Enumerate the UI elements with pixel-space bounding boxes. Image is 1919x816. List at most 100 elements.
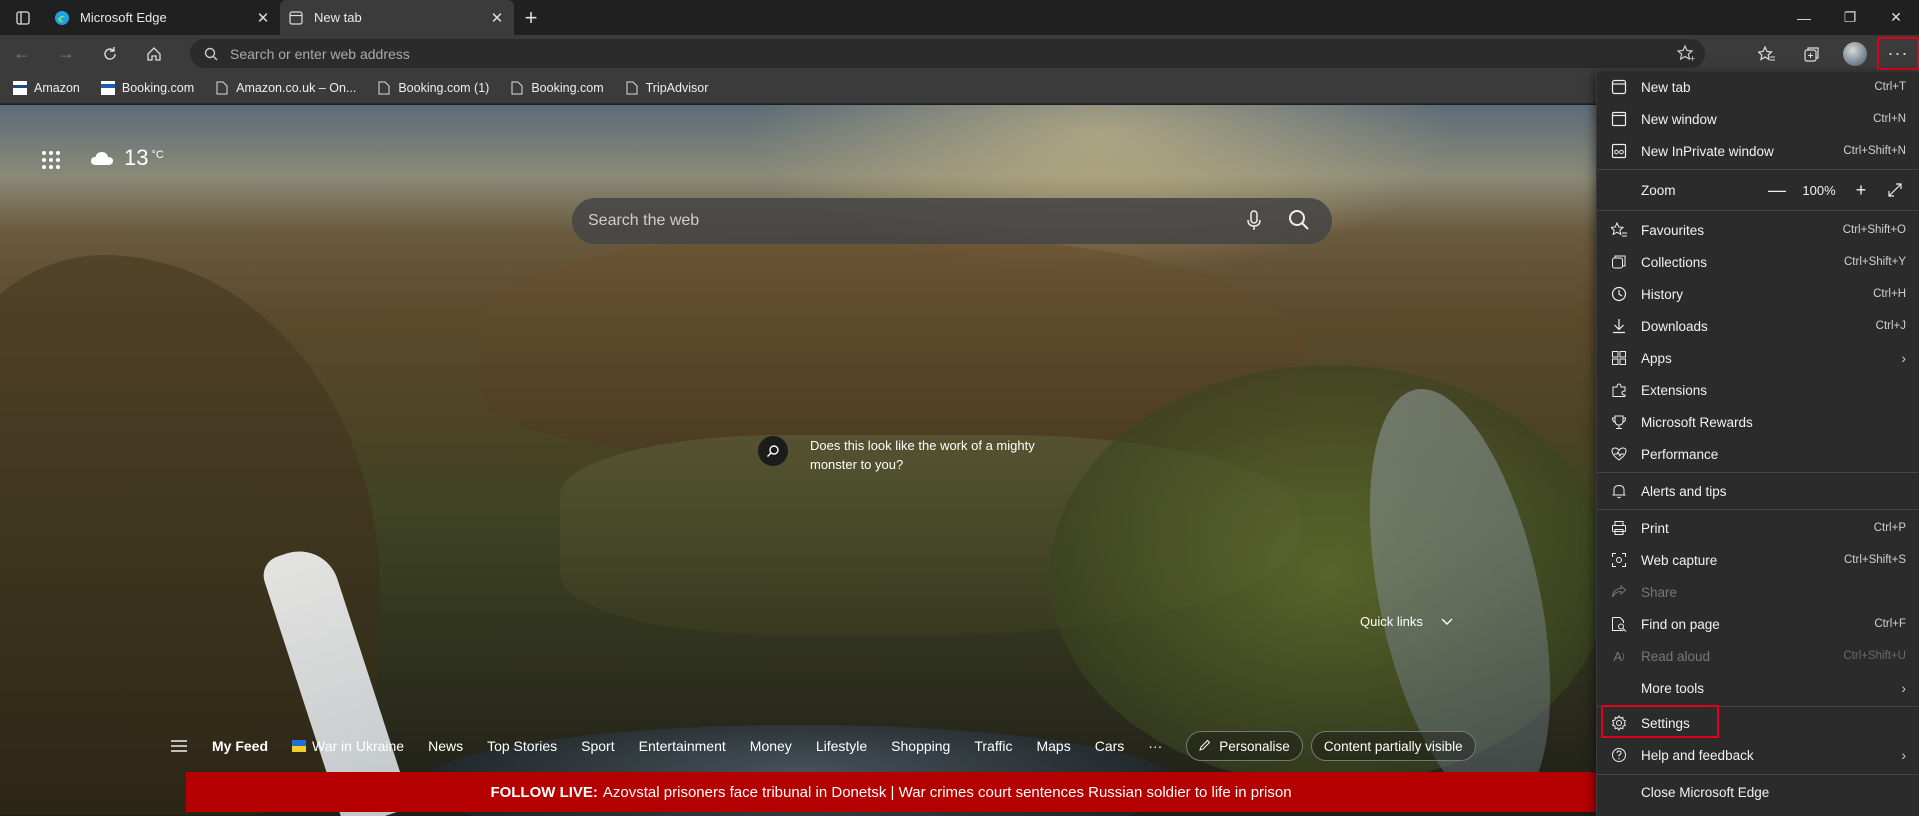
avatar xyxy=(1843,41,1867,66)
web-search-box[interactable] xyxy=(572,198,1332,244)
app-launcher-icon[interactable] xyxy=(42,151,60,169)
collections-icon xyxy=(1804,46,1819,62)
address-bar[interactable]: + xyxy=(190,39,1705,68)
profile-button[interactable] xyxy=(1833,35,1877,72)
menu-item-web-capture[interactable]: Web capture Ctrl+Shift+S xyxy=(1597,545,1919,575)
menu-item-new-inprivate-window[interactable]: New InPrivate window Ctrl+Shift+N xyxy=(1597,136,1919,166)
forward-button[interactable]: → xyxy=(44,35,88,72)
menu-item-find-on-page[interactable]: Find on page Ctrl+F xyxy=(1597,609,1919,639)
menu-label: Help and feedback xyxy=(1641,747,1754,763)
feed-tab-money[interactable]: Money xyxy=(750,738,792,754)
menu-label: Favourites xyxy=(1641,222,1705,238)
refresh-button[interactable] xyxy=(88,35,132,72)
inprivate-icon xyxy=(1609,141,1629,161)
zoom-out-button[interactable]: — xyxy=(1760,180,1794,201)
settings-and-more-button[interactable]: ··· xyxy=(1877,37,1919,70)
booking-favicon-icon xyxy=(100,80,116,96)
new-tab-button[interactable]: + xyxy=(514,0,548,35)
zoom-in-button[interactable]: + xyxy=(1844,180,1878,201)
close-tab-icon[interactable]: ✕ xyxy=(488,9,506,27)
bookmark-booking-2[interactable]: Booking.com xyxy=(509,80,604,96)
feed-tab-maps[interactable]: Maps xyxy=(1036,738,1070,754)
bookmark-tripadvisor[interactable]: TripAdvisor xyxy=(624,80,708,96)
feed-tab-top-stories[interactable]: Top Stories xyxy=(487,738,557,754)
menu-label: Apps xyxy=(1641,350,1672,366)
favourites-button[interactable] xyxy=(1745,35,1789,72)
follow-live-headline: Azovstal prisoners face tribunal in Done… xyxy=(602,783,1292,801)
menu-item-history[interactable]: History Ctrl+H xyxy=(1597,279,1919,309)
search-icon xyxy=(204,47,218,60)
breaking-news-banner[interactable]: FOLLOW LIVE: Azovstal prisoners face tri… xyxy=(186,772,1596,812)
tab-actions-button[interactable] xyxy=(0,0,46,35)
feed-tab-news[interactable]: News xyxy=(428,738,463,754)
collections-button[interactable] xyxy=(1789,35,1833,72)
menu-item-help-and-feedback[interactable]: Help and feedback › xyxy=(1597,740,1919,770)
menu-label: Print xyxy=(1641,520,1669,536)
menu-item-performance[interactable]: Performance xyxy=(1597,439,1919,469)
favourites-icon xyxy=(1609,220,1629,240)
microphone-icon[interactable] xyxy=(1246,210,1262,237)
feed-more-button[interactable]: ··· xyxy=(1148,738,1162,754)
close-window-button[interactable]: ✕ xyxy=(1873,0,1919,35)
menu-label: Extensions xyxy=(1641,382,1708,398)
feed-tab-war-in-ukraine[interactable]: War in Ukraine xyxy=(292,738,404,754)
bookmark-amazon-co-uk[interactable]: Amazon.co.uk – On... xyxy=(214,80,356,96)
tab-microsoft-edge[interactable]: Microsoft Edge ✕ xyxy=(46,0,280,35)
feed-tab-traffic[interactable]: Traffic xyxy=(974,738,1012,754)
image-hotspot[interactable]: Does this look like the work of a mighty… xyxy=(758,436,1080,474)
menu-item-alerts-and-tips[interactable]: Alerts and tips xyxy=(1597,476,1919,506)
feed-tab-label: War in Ukraine xyxy=(312,738,405,754)
feed-tab-entertainment[interactable]: Entertainment xyxy=(639,738,726,754)
menu-item-favourites[interactable]: Favourites Ctrl+Shift+O xyxy=(1597,215,1919,245)
address-input[interactable] xyxy=(230,45,1530,62)
menu-label: Share xyxy=(1641,584,1678,600)
personalise-button[interactable]: Personalise xyxy=(1186,731,1303,761)
menu-item-more-tools[interactable]: More tools › xyxy=(1597,673,1919,703)
menu-item-share[interactable]: Share xyxy=(1597,577,1919,607)
navigation-toolbar: ← → + ··· xyxy=(0,35,1919,72)
search-icon[interactable] xyxy=(1288,209,1310,236)
add-favourite-icon[interactable]: + xyxy=(1676,44,1696,67)
feed-tab-shopping[interactable]: Shopping xyxy=(891,738,950,754)
home-button[interactable] xyxy=(132,35,176,72)
menu-item-apps[interactable]: Apps › xyxy=(1597,343,1919,373)
feed-tab-sport[interactable]: Sport xyxy=(581,738,614,754)
tab-new-tab[interactable]: New tab ✕ xyxy=(280,0,514,35)
bell-icon xyxy=(1609,481,1629,501)
menu-item-print[interactable]: Print Ctrl+P xyxy=(1597,513,1919,543)
menu-label: Microsoft Rewards xyxy=(1641,414,1753,430)
web-search-input[interactable] xyxy=(588,212,1208,230)
bookmark-label: Amazon xyxy=(34,80,80,95)
menu-item-read-aloud[interactable]: A) Read aloud Ctrl+Shift+U xyxy=(1597,641,1919,671)
hamburger-menu-icon[interactable] xyxy=(170,739,194,753)
heart-pulse-icon xyxy=(1609,444,1629,464)
menu-item-new-window[interactable]: New window Ctrl+N xyxy=(1597,104,1919,134)
menu-item-new-tab[interactable]: New tab Ctrl+T xyxy=(1597,72,1919,102)
close-tab-icon[interactable]: ✕ xyxy=(254,9,272,27)
menu-divider xyxy=(1597,509,1919,510)
content-visibility-button[interactable]: Content partially visible xyxy=(1310,731,1476,761)
menu-divider xyxy=(1597,774,1919,775)
weather-widget[interactable]: 13 °C xyxy=(90,145,164,171)
minimize-button[interactable]: — xyxy=(1781,0,1827,35)
feed-tab-my-feed[interactable]: My Feed xyxy=(212,738,268,754)
menu-item-collections[interactable]: Collections Ctrl+Shift+Y xyxy=(1597,247,1919,277)
ellipsis-icon: ··· xyxy=(1887,43,1909,63)
menu-item-close-microsoft-edge[interactable]: Close Microsoft Edge xyxy=(1597,777,1919,807)
menu-item-extensions[interactable]: Extensions xyxy=(1597,375,1919,405)
bookmark-amazon[interactable]: Amazon xyxy=(12,80,80,96)
back-button[interactable]: ← xyxy=(0,35,44,72)
chevron-right-icon: › xyxy=(1901,350,1906,366)
bookmark-booking-1[interactable]: Booking.com (1) xyxy=(376,80,489,96)
full-screen-icon[interactable] xyxy=(1878,183,1912,197)
restore-button[interactable]: ❐ xyxy=(1827,0,1873,35)
page-icon xyxy=(214,80,230,96)
zoom-controls: — 100% + xyxy=(1760,180,1912,201)
feed-tab-cars[interactable]: Cars xyxy=(1095,738,1125,754)
bookmark-booking[interactable]: Booking.com xyxy=(100,80,194,96)
feed-tab-lifestyle[interactable]: Lifestyle xyxy=(816,738,867,754)
quick-links-toggle[interactable]: Quick links xyxy=(1360,614,1453,629)
pencil-icon xyxy=(1199,739,1211,754)
menu-item-downloads[interactable]: Downloads Ctrl+J xyxy=(1597,311,1919,341)
menu-item-microsoft-rewards[interactable]: Microsoft Rewards xyxy=(1597,407,1919,437)
